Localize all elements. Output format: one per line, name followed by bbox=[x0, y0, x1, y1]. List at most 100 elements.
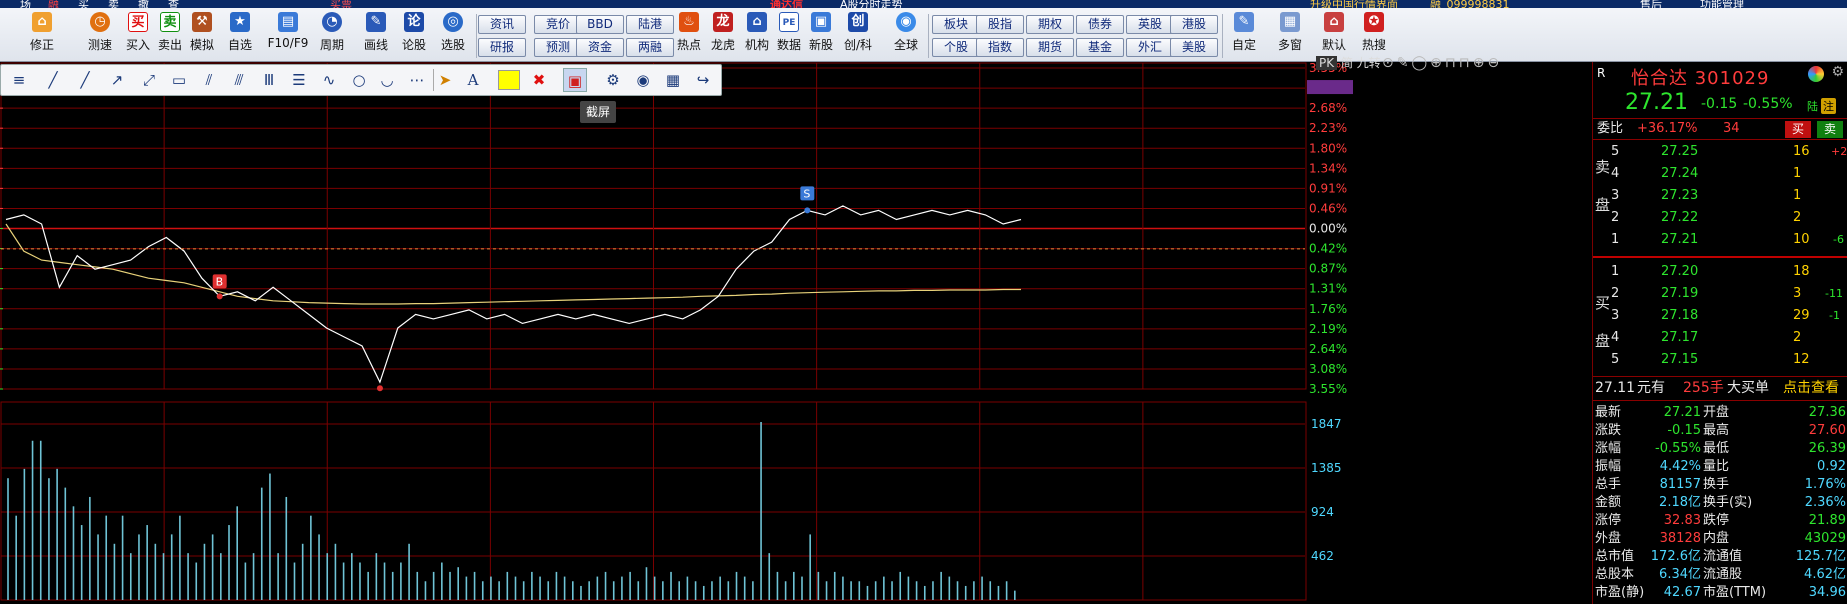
stat-label: 最新 bbox=[1595, 405, 1622, 420]
rect-tool-icon[interactable]: ▭ bbox=[167, 68, 191, 92]
settings-icon[interactable]: ⚙ bbox=[1831, 64, 1844, 80]
chip-news[interactable]: 资讯 bbox=[478, 15, 526, 34]
toolbar-hotspot-button[interactable]: ♨ 热点 bbox=[672, 12, 706, 60]
stock-name: 怡合达 301029 bbox=[1631, 64, 1769, 90]
ask-level: 5 bbox=[1611, 144, 1620, 159]
stat-row: 总手 81157 换手 1.76% bbox=[1593, 476, 1847, 494]
segment-tool-icon[interactable]: ╱ bbox=[73, 68, 97, 92]
delete-icon[interactable]: ✖ bbox=[527, 68, 551, 92]
fan-tool-icon[interactable]: ⫽ bbox=[197, 68, 221, 92]
color-swatch[interactable] bbox=[498, 70, 520, 90]
chip-index[interactable]: 指数 bbox=[976, 38, 1024, 57]
bid-delta: -1 bbox=[1829, 309, 1840, 322]
chip-research[interactable]: 研报 bbox=[478, 38, 526, 57]
cycle-tool-icon[interactable]: Ⅲ bbox=[257, 68, 281, 92]
intraday-chart[interactable]: BS 3.55%3.23%2.68%2.23%1.80%1.34%0.91%0.… bbox=[0, 55, 1590, 604]
manage-button[interactable]: 功能管理 bbox=[1700, 0, 1744, 8]
color-wheel-icon[interactable] bbox=[1808, 66, 1824, 82]
menu-item-3[interactable]: 卖 bbox=[108, 0, 119, 8]
stat-value: 0.92 bbox=[1817, 459, 1846, 474]
chip-stock[interactable]: 个股 bbox=[932, 38, 980, 57]
big-order-link[interactable]: 点击查看 bbox=[1783, 378, 1839, 398]
ray-tool-icon[interactable]: ↗ bbox=[105, 68, 129, 92]
chip-margin[interactable]: 两融 bbox=[626, 38, 674, 57]
chip-funds[interactable]: 基金 bbox=[1076, 38, 1124, 57]
menu-item-2[interactable]: 买 bbox=[78, 0, 89, 8]
chip-options[interactable]: 期权 bbox=[1026, 15, 1074, 34]
login-button[interactable]: 售后 bbox=[1640, 0, 1662, 8]
upgrade-link[interactable]: 升级中国行情界面 bbox=[1310, 0, 1398, 8]
screenshot-icon[interactable]: ▣ bbox=[563, 68, 587, 92]
toolbar-institution-button[interactable]: ⌂ 机构 bbox=[740, 12, 774, 60]
toolbar-ipo-button[interactable]: ▣ 新股 bbox=[804, 12, 838, 60]
toolbar-draw-button[interactable]: ✎ 画线 bbox=[356, 12, 396, 60]
chip-futures[interactable]: 期货 bbox=[1026, 38, 1074, 57]
toolbar-fix-button[interactable]: ⌂ 修正 bbox=[22, 12, 62, 60]
toolbar-select-button[interactable]: ◎ 选股 bbox=[433, 12, 473, 60]
stat-label: 最高 bbox=[1703, 423, 1730, 438]
toolbar-hot-search-button[interactable]: ✪ 热搜 bbox=[1354, 12, 1394, 60]
select-icon: ◎ bbox=[443, 12, 463, 32]
share-icon[interactable]: ↪ bbox=[691, 68, 715, 92]
fib-tool-icon[interactable]: ☰ bbox=[287, 68, 311, 92]
drawbar-handle-icon[interactable]: ≡ bbox=[7, 68, 31, 92]
toolbar-discuss-button[interactable]: 论 论股 bbox=[394, 12, 434, 60]
circle-tool-icon[interactable]: ○ bbox=[347, 68, 371, 92]
chip-bbd[interactable]: BBD bbox=[576, 15, 624, 34]
price-axis-label: 2.64% bbox=[1309, 342, 1347, 356]
chip-capital[interactable]: 资金 bbox=[576, 38, 624, 57]
toolbar-period-button[interactable]: ◔ 周期 bbox=[312, 12, 352, 60]
stat-value: 27.21 bbox=[1663, 405, 1701, 420]
settings-gear-icon[interactable]: ⚙ bbox=[601, 68, 625, 92]
price-axis-label: 1.76% bbox=[1309, 302, 1347, 316]
toolbar-chuangke-button[interactable]: 创 创/科 bbox=[838, 12, 878, 60]
toolbar-data-button[interactable]: PE 数据 bbox=[772, 12, 806, 60]
chip-us-stocks[interactable]: 美股 bbox=[1170, 38, 1218, 57]
chip-forex[interactable]: 外汇 bbox=[1126, 38, 1174, 57]
stat-label: 外盘 bbox=[1595, 531, 1622, 546]
wave-tool-icon[interactable]: ∿ bbox=[317, 68, 341, 92]
panel-divider bbox=[1593, 376, 1847, 377]
toolbar-favorites-button[interactable]: ★ 自选 bbox=[220, 12, 260, 60]
pk-toggle[interactable]: PK bbox=[1316, 56, 1338, 70]
more-tool-icon[interactable]: ⋯ bbox=[405, 68, 429, 92]
menu-item-1[interactable]: 融 bbox=[48, 0, 59, 8]
parallel-tool-icon[interactable]: ⫻ bbox=[227, 68, 251, 92]
volume-axis-labels: 1847 1385 924 462 bbox=[1311, 417, 1342, 563]
eye-icon[interactable]: ◉ bbox=[631, 68, 655, 92]
toolbar-speed-button[interactable]: ◷ 测速 bbox=[80, 12, 120, 60]
quick-buy-button[interactable]: 买 bbox=[1785, 121, 1811, 138]
drawing-toolbar: ≡ ╱ ╱ ↗ ⤢ ▭ ⫽ ⫻ Ⅲ ☰ ∿ ○ ◡ ⋯ ➤ A ✖ ▣ ⚙ ◉ … bbox=[0, 64, 722, 96]
toolbar-divider bbox=[928, 14, 929, 58]
menu-item-5[interactable]: 查 bbox=[168, 0, 179, 8]
nine-turn-toggle[interactable]: 九转 bbox=[1357, 56, 1381, 70]
toolbar-dragon-button[interactable]: 龙 龙虎 bbox=[706, 12, 740, 60]
toolbar-custom-button[interactable]: ✎ 自定 bbox=[1224, 12, 1264, 60]
chip-index-futures[interactable]: 股指 bbox=[976, 15, 1024, 34]
toolbar-multiwin-button[interactable]: ▦ 多窗 bbox=[1270, 12, 1310, 60]
chip-hk-stocks[interactable]: 港股 bbox=[1170, 15, 1218, 34]
chip-bonds[interactable]: 债券 bbox=[1076, 15, 1124, 34]
chip-auction[interactable]: 竞价 bbox=[534, 15, 582, 34]
text-tool-icon[interactable]: A bbox=[461, 68, 485, 92]
menu-item-4[interactable]: 撤 bbox=[138, 0, 149, 8]
arc-tool-icon[interactable]: ◡ bbox=[375, 68, 399, 92]
chip-sector[interactable]: 板块 bbox=[932, 15, 980, 34]
chart-tool-icons[interactable]: ⊙✎◯⊕⊓⊓⊕⊖ bbox=[1382, 55, 1502, 71]
toolbar-label: 论股 bbox=[401, 38, 426, 52]
dragon-icon: 龙 bbox=[713, 12, 733, 32]
toolbar-default-button[interactable]: ⌂ 默认 bbox=[1314, 12, 1354, 60]
arrow-tool-icon[interactable]: ⤢ bbox=[137, 68, 161, 92]
chip-uk-stocks[interactable]: 英股 bbox=[1126, 15, 1174, 34]
quick-sell-button[interactable]: 卖 bbox=[1817, 121, 1843, 138]
line-tool-icon[interactable]: ╱ bbox=[41, 68, 65, 92]
pointer-tool-icon[interactable]: ➤ bbox=[433, 68, 457, 92]
toolbar-f10-button[interactable]: ▤ F10/F9 bbox=[264, 12, 312, 60]
simple-toggle[interactable]: 简 bbox=[1341, 56, 1353, 70]
chip-hk-connect[interactable]: 陆港 bbox=[626, 15, 674, 34]
toolbar-global-button[interactable]: ◉ 全球 bbox=[886, 12, 926, 60]
chip-forecast[interactable]: 预测 bbox=[534, 38, 582, 57]
menu-item-0[interactable]: 场 bbox=[20, 0, 31, 8]
toolbar-sim-button[interactable]: ⚒ 模拟 bbox=[182, 12, 222, 60]
grid-icon[interactable]: ▦ bbox=[661, 68, 685, 92]
